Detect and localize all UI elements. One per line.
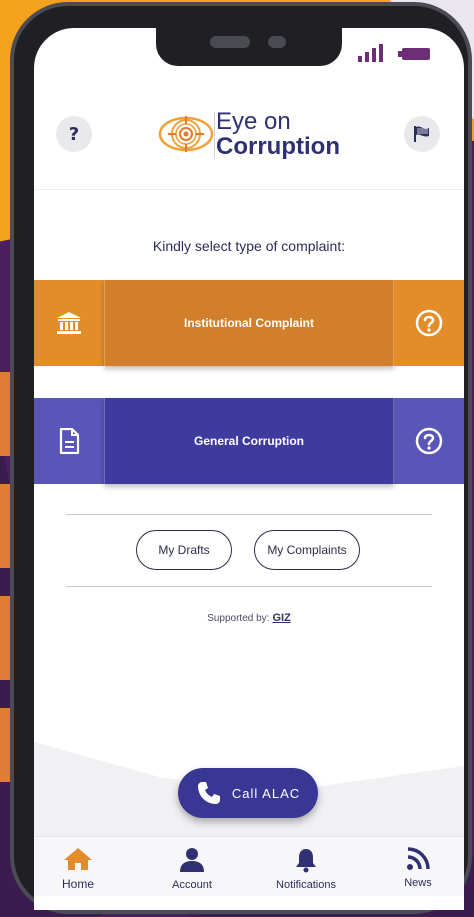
divider bbox=[66, 514, 432, 515]
eye-fingerprint-icon bbox=[158, 116, 214, 152]
phone-icon bbox=[197, 782, 220, 804]
nav-news-label: News bbox=[404, 877, 432, 889]
complaint-type-prompt: Kindly select type of complaint: bbox=[152, 238, 346, 254]
question-circle-icon bbox=[415, 309, 443, 337]
institutional-icon-cell bbox=[34, 280, 104, 366]
nav-notifications[interactable]: Notifications bbox=[266, 847, 346, 891]
general-corruption-button[interactable]: General Corruption bbox=[104, 398, 394, 484]
app-header: ? Eye on Corruption bbox=[34, 88, 464, 190]
nav-account-label: Account bbox=[172, 879, 212, 891]
language-button[interactable] bbox=[404, 116, 440, 152]
document-icon bbox=[59, 428, 80, 454]
logo-title-line1: Eye on bbox=[216, 108, 291, 135]
institutional-complaint-row: Institutional Complaint bbox=[34, 280, 464, 366]
my-drafts-button[interactable]: My Drafts bbox=[136, 530, 232, 570]
nav-notifications-label: Notifications bbox=[276, 879, 336, 891]
institutional-help-button[interactable] bbox=[394, 280, 464, 366]
rss-icon bbox=[407, 847, 430, 870]
nav-account[interactable]: Account bbox=[152, 847, 232, 891]
nav-home[interactable]: Home bbox=[38, 847, 118, 891]
my-complaints-button[interactable]: My Complaints bbox=[254, 530, 360, 570]
supported-by: Supported by: GIZ bbox=[34, 612, 464, 624]
call-alac-label: Call ALAC bbox=[231, 785, 301, 801]
user-icon bbox=[180, 848, 204, 872]
supported-org-link[interactable]: GIZ bbox=[272, 612, 290, 624]
general-help-button[interactable] bbox=[394, 398, 464, 484]
general-icon-cell bbox=[34, 398, 104, 484]
call-alac-button[interactable]: Call ALAC bbox=[178, 768, 318, 818]
bell-icon bbox=[296, 849, 316, 873]
flag-icon bbox=[414, 126, 429, 142]
general-corruption-row: General Corruption bbox=[34, 398, 464, 484]
institutional-complaint-button[interactable]: Institutional Complaint bbox=[104, 280, 394, 366]
app-logo: Eye on Corruption bbox=[158, 106, 340, 166]
divider bbox=[66, 586, 432, 587]
bottom-navigation: Home Account Notifications News bbox=[34, 836, 464, 896]
help-icon: ? bbox=[68, 123, 80, 145]
nav-home-label: Home bbox=[61, 877, 94, 891]
logo-title-line2: Corruption bbox=[216, 133, 340, 160]
logo-divider bbox=[214, 112, 215, 158]
phone-notch bbox=[156, 28, 342, 66]
logo-text: Eye on Corruption bbox=[216, 110, 340, 160]
app-screen: ? Eye on Corruption Kindly select type o… bbox=[34, 28, 464, 910]
bank-icon bbox=[57, 312, 81, 334]
speaker bbox=[210, 36, 250, 48]
help-button[interactable]: ? bbox=[56, 116, 92, 152]
nav-news[interactable]: News bbox=[378, 847, 458, 889]
signal-icon bbox=[358, 44, 386, 62]
question-circle-icon bbox=[415, 427, 443, 455]
supported-label: Supported by: bbox=[207, 613, 270, 624]
battery-icon bbox=[398, 48, 430, 60]
home-icon bbox=[64, 848, 92, 870]
camera bbox=[268, 36, 286, 48]
